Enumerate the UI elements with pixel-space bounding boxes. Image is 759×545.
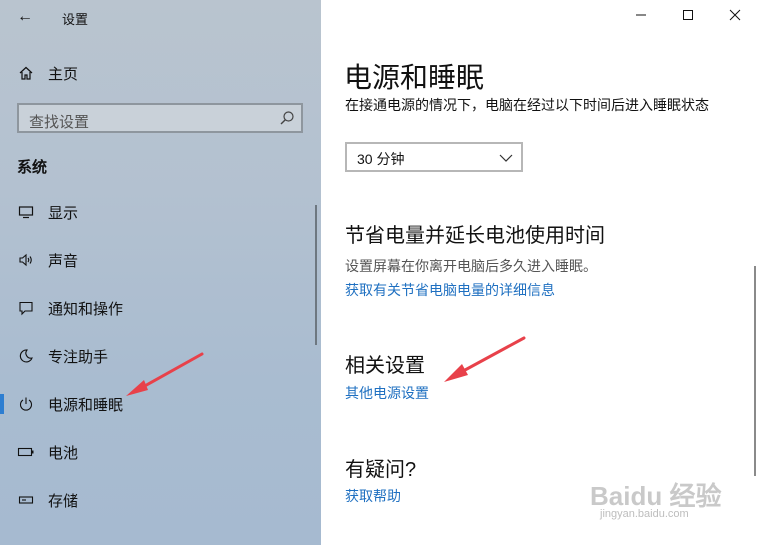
power-icon	[16, 394, 36, 414]
sidebar: ← 设置 主页 查找设置 系统 显示 声音 通知和操作 专注助手 电源和睡眠 电…	[0, 0, 321, 545]
sidebar-item-label: 专注助手	[48, 348, 109, 366]
sidebar-item-label: 存储	[48, 492, 79, 510]
dropdown-value: 30 分钟	[357, 151, 405, 167]
sleep-description: 在接通电源的情况下，电脑在经过以下时间后进入睡眠状态	[345, 97, 709, 113]
display-icon	[16, 202, 36, 222]
battery-saving-description: 设置屏幕在你离开电脑后多久进入睡眠。	[345, 258, 597, 274]
section-header-system: 系统	[17, 159, 48, 176]
power-saving-info-link[interactable]: 获取有关节省电脑电量的详细信息	[345, 280, 555, 300]
sidebar-item-label: 主页	[48, 65, 79, 83]
watermark-url: jingyan.baidu.com	[600, 508, 689, 520]
minimize-icon	[635, 8, 647, 24]
back-button[interactable]: ←	[14, 6, 36, 28]
sidebar-titlebar: ← 设置	[0, 0, 321, 34]
maximize-icon	[682, 8, 694, 24]
sleep-time-dropdown[interactable]: 30 分钟	[345, 142, 523, 172]
search-input[interactable]: 查找设置	[17, 103, 303, 133]
question-heading: 有疑问?	[345, 459, 417, 481]
sidebar-item-label: 声音	[48, 252, 79, 270]
maximize-button[interactable]	[676, 5, 700, 27]
battery-icon	[16, 442, 36, 462]
page-title: 电源和睡眠	[344, 62, 485, 93]
sidebar-item-label: 电源和睡眠	[48, 396, 124, 414]
minimize-button[interactable]	[629, 5, 653, 27]
chevron-down-icon	[499, 151, 513, 163]
sidebar-item-focus-assist[interactable]: 专注助手	[0, 336, 321, 376]
sidebar-item-label: 电池	[48, 444, 79, 462]
home-icon	[16, 63, 36, 83]
window-title: 设置	[62, 12, 89, 27]
moon-icon	[16, 346, 36, 366]
sidebar-item-storage[interactable]: 存储	[0, 480, 321, 520]
get-help-link[interactable]: 获取帮助	[345, 486, 401, 506]
sidebar-item-label: 显示	[48, 204, 79, 222]
sidebar-item-sound[interactable]: 声音	[0, 240, 321, 280]
sidebar-item-display[interactable]: 显示	[0, 192, 321, 232]
main-scrollbar[interactable]	[754, 266, 756, 476]
sound-icon	[16, 250, 36, 270]
sidebar-item-power-sleep[interactable]: 电源和睡眠	[0, 384, 321, 424]
sidebar-item-label: 通知和操作	[48, 300, 124, 318]
sidebar-item-notifications[interactable]: 通知和操作	[0, 288, 321, 328]
back-arrow-icon: ←	[17, 8, 33, 25]
sidebar-item-battery[interactable]: 电池	[0, 432, 321, 472]
main-pane: 电源和睡眠 在接通电源的情况下，电脑在经过以下时间后进入睡眠状态 30 分钟 节…	[321, 0, 759, 545]
battery-saving-heading: 节省电量并延长电池使用时间	[345, 225, 605, 247]
active-indicator	[0, 394, 4, 414]
sidebar-scrollbar[interactable]	[315, 205, 317, 345]
search-icon[interactable]	[279, 110, 295, 126]
sidebar-item-home[interactable]: 主页	[0, 53, 321, 93]
close-icon	[729, 8, 741, 24]
storage-icon	[16, 490, 36, 510]
search-placeholder: 查找设置	[29, 114, 90, 131]
related-settings-heading: 相关设置	[345, 355, 425, 377]
additional-power-settings-link[interactable]: 其他电源设置	[345, 383, 429, 403]
notification-icon	[16, 298, 36, 318]
close-button[interactable]	[723, 5, 747, 27]
